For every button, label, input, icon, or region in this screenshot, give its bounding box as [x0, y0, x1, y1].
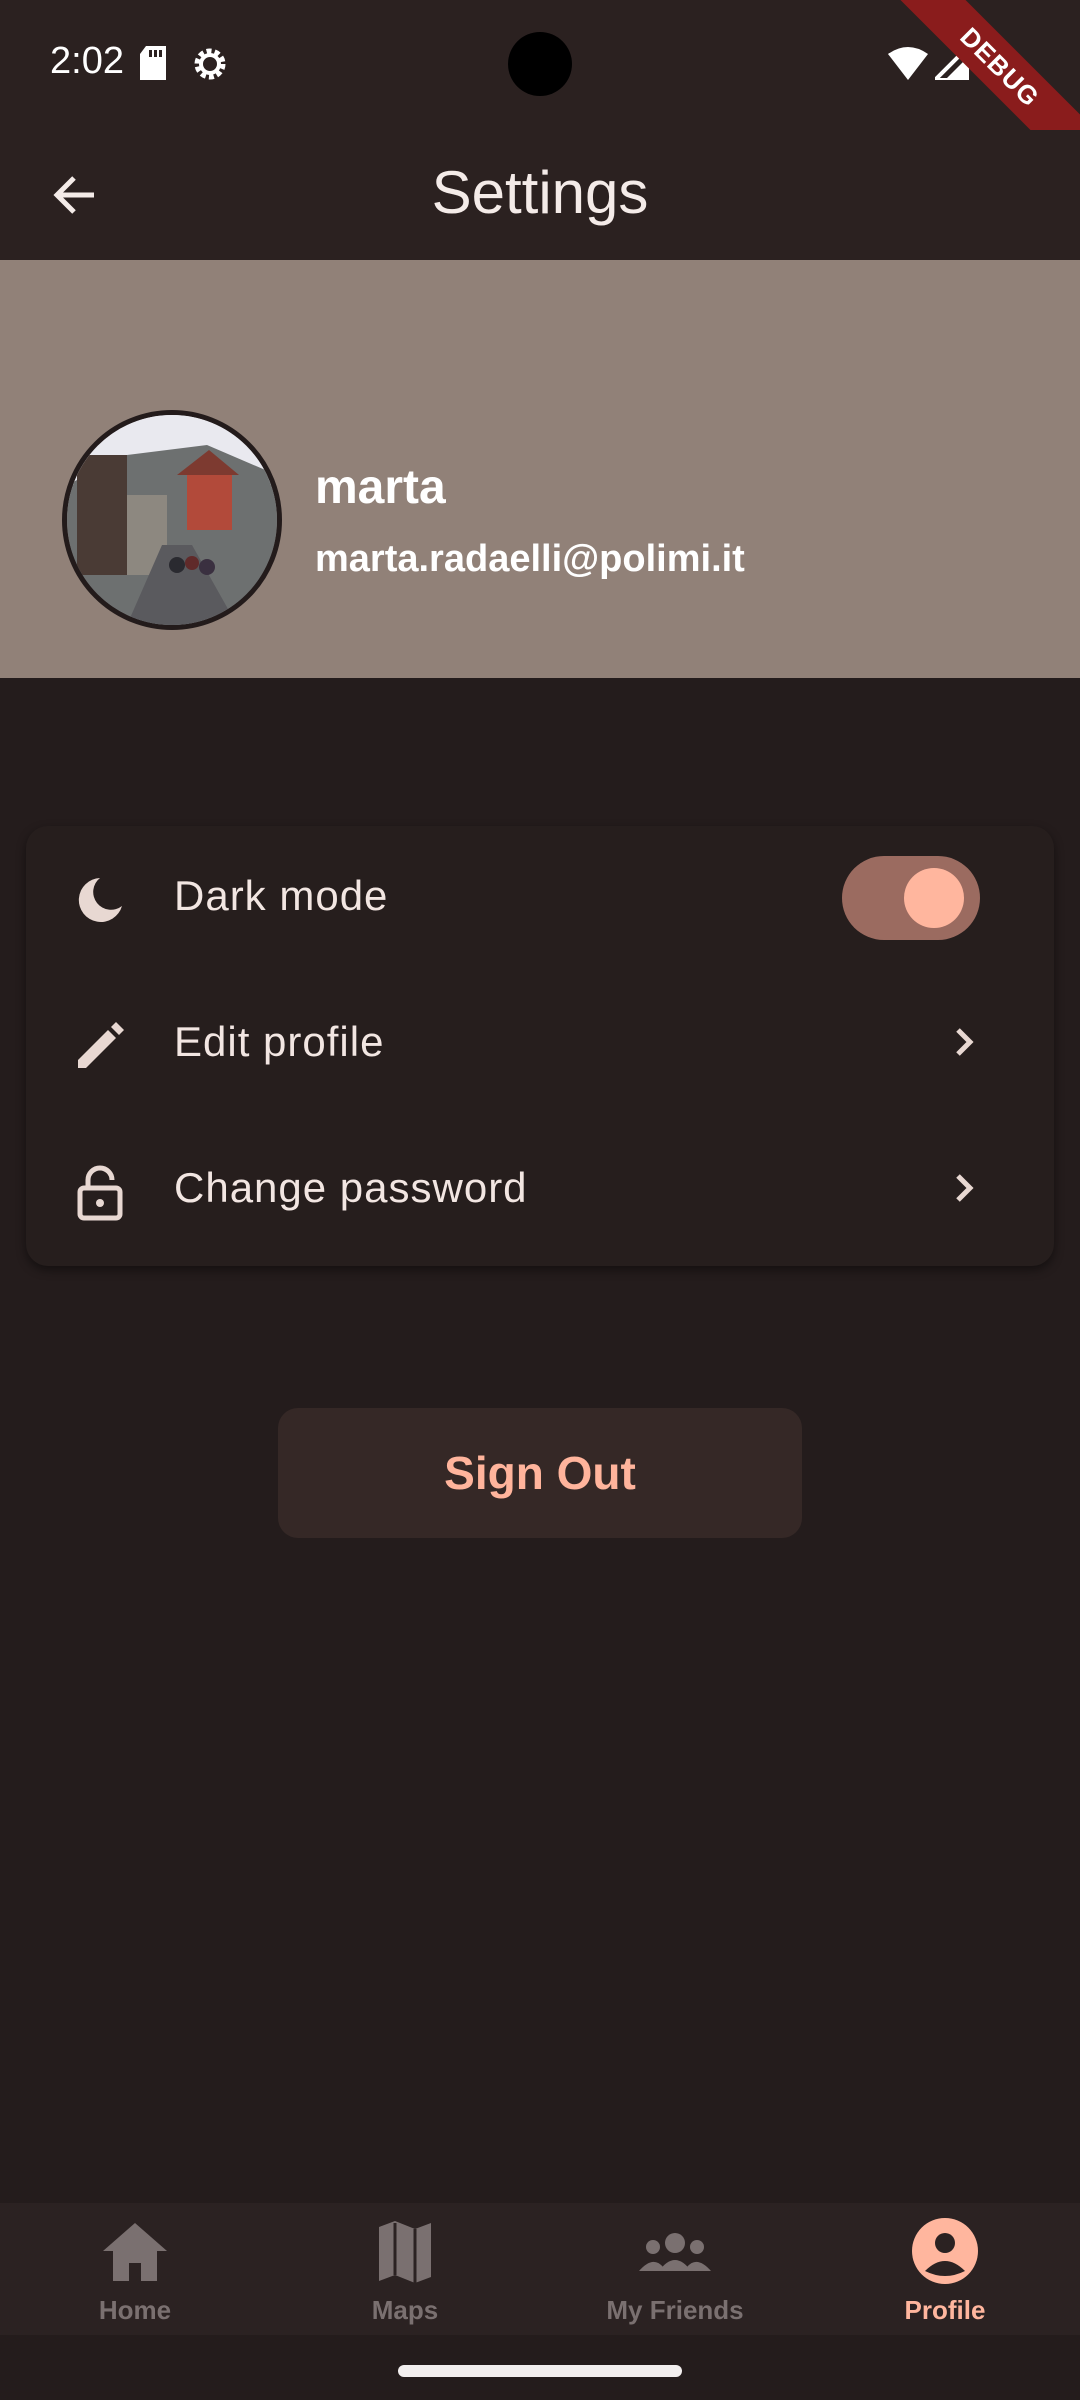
profile-header: marta marta.radaelli@polimi.it [0, 260, 1080, 678]
lock-icon [77, 1165, 123, 1221]
chevron-right-icon [956, 1028, 974, 1056]
avatar [62, 410, 282, 630]
nav-label-home: Home [98, 2295, 172, 2325]
dark-mode-label: Dark mode [174, 872, 389, 919]
status-time: 2:02 [50, 40, 124, 82]
profile-name: marta [315, 461, 446, 514]
profile-icon [912, 2218, 978, 2284]
home-icon [103, 2223, 167, 2281]
camera-cutout [508, 32, 572, 96]
nav-item-profile[interactable]: Profile [810, 2203, 1080, 2335]
page-title: Settings [431, 159, 649, 226]
bottom-nav: Home Maps My Friends Profile [0, 2203, 1080, 2335]
sd-card-icon [140, 46, 166, 80]
edit-profile-row[interactable]: Edit profile [26, 972, 1054, 1118]
home-gesture-handle[interactable] [398, 2365, 682, 2377]
nav-item-maps[interactable]: Maps [270, 2203, 540, 2335]
sign-out-button[interactable]: Sign Out [278, 1408, 802, 1538]
gear-icon [194, 48, 226, 80]
pencil-icon [78, 1022, 124, 1068]
chevron-right-icon [956, 1174, 974, 1202]
app-bar: Settings [0, 130, 1080, 260]
wifi-icon [888, 47, 928, 80]
nav-label-profile: Profile [904, 2295, 986, 2325]
toggle-knob [904, 868, 964, 928]
profile-email: marta.radaelli@polimi.it [315, 538, 745, 580]
nav-label-maps: Maps [371, 2295, 439, 2325]
nav-item-my-friends[interactable]: My Friends [540, 2203, 810, 2335]
avatar-photo [67, 415, 277, 625]
change-password-label: Change password [174, 1164, 528, 1211]
map-icon [379, 2221, 431, 2283]
nav-label-my-friends: My Friends [606, 2295, 744, 2325]
moon-icon [78, 878, 122, 922]
group-icon [639, 2233, 711, 2271]
dark-mode-toggle[interactable] [842, 856, 980, 940]
nav-item-home[interactable]: Home [0, 2203, 270, 2335]
change-password-row[interactable]: Change password [26, 1118, 1054, 1264]
settings-card: Dark mode Edit profile Change password [26, 826, 1054, 1266]
edit-profile-label: Edit profile [174, 1018, 385, 1065]
status-bar: 2:02 DEBUG [0, 0, 1080, 190]
dark-mode-row[interactable]: Dark mode [26, 826, 1054, 972]
gesture-bar [0, 2335, 1080, 2400]
